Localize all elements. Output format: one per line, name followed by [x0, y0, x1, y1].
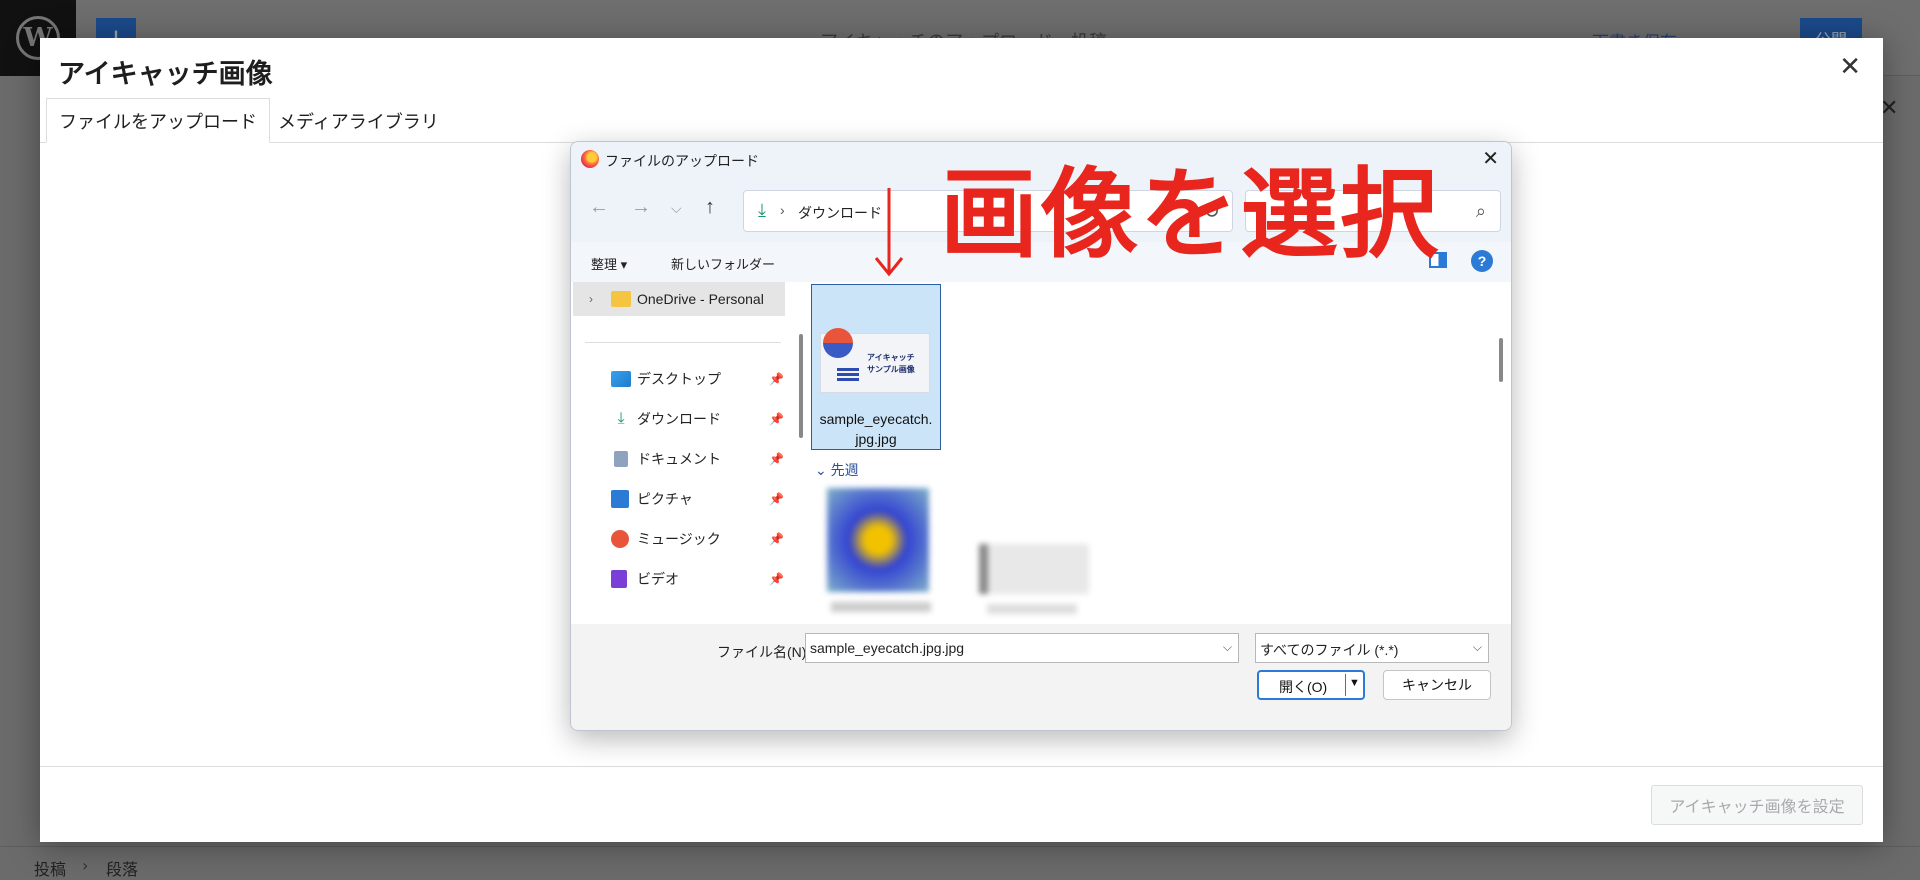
blurred-file-name: [987, 604, 1077, 614]
annotation-text: 画像を選択: [940, 158, 1441, 272]
nav-item-documents[interactable]: ドキュメント 📌: [573, 442, 785, 476]
forward-arrow-icon[interactable]: →: [631, 196, 651, 219]
organize-menu[interactable]: 整理 ▾: [591, 254, 627, 273]
chevron-down-icon[interactable]: ⌵: [1223, 640, 1232, 655]
cancel-button[interactable]: キャンセル: [1383, 670, 1491, 700]
dialog-bottom-bar: ファイル名(N): sample_eyecatch.jpg.jpg ⌵ すべての…: [571, 624, 1511, 730]
modal-toolbar: アイキャッチ画像を設定: [40, 766, 1883, 842]
modal-title: アイキャッチ画像: [58, 59, 273, 90]
thumbnail-text: サンプル画像: [867, 365, 915, 374]
pin-icon[interactable]: 📌: [769, 372, 784, 386]
download-icon: ⤓: [758, 200, 766, 220]
download-icon: ⤓: [617, 410, 625, 427]
nav-item-label: ピクチャ: [637, 491, 693, 507]
file-item-selected[interactable]: アイキャッチ サンプル画像 sample_eyecatch. jpg.jpg: [811, 284, 941, 450]
nav-item-music[interactable]: ミュージック 📌: [573, 522, 785, 556]
group-header-label: 先週: [830, 462, 859, 478]
open-button-label: 開く(O): [1279, 679, 1328, 695]
file-type-select[interactable]: すべてのファイル (*.*) ⌵: [1255, 633, 1489, 663]
firefox-icon: [581, 150, 599, 168]
file-name-line: jpg.jpg: [855, 431, 897, 447]
tab-upload-files[interactable]: ファイルをアップロード: [46, 98, 270, 143]
pin-icon[interactable]: 📌: [769, 452, 784, 466]
pin-icon[interactable]: 📌: [769, 532, 784, 546]
annotation-arrow-icon: [874, 188, 904, 277]
thumbnail-stripes: [837, 368, 859, 382]
modal-tabs: ファイルをアップロード メディアライブラリ: [40, 98, 1883, 143]
breadcrumb-post[interactable]: 投稿: [34, 856, 66, 880]
document-icon: [614, 451, 628, 467]
picture-icon: [611, 490, 629, 508]
split-divider: [1345, 674, 1346, 696]
dialog-close-icon[interactable]: ✕: [1482, 146, 1499, 171]
thumbnail-shape: [823, 328, 853, 358]
blurred-file-thumbnail[interactable]: [979, 544, 1089, 594]
new-folder-button[interactable]: 新しいフォルダー: [671, 254, 775, 273]
breadcrumb-chevron-icon: ›: [780, 202, 785, 218]
folder-icon: [611, 291, 631, 307]
thumbnail-text: アイキャッチ: [867, 353, 915, 362]
address-path: ダウンロード: [798, 205, 882, 221]
blurred-file-name: [831, 602, 931, 612]
nav-item-downloads[interactable]: ⤓ ダウンロード 📌: [573, 402, 785, 436]
file-list-scrollbar[interactable]: [1499, 338, 1503, 382]
nav-item-label: ミュージック: [637, 531, 721, 547]
up-arrow-icon[interactable]: ↑: [705, 196, 715, 219]
nav-item-videos[interactable]: ビデオ 📌: [573, 562, 785, 596]
pin-icon[interactable]: 📌: [769, 572, 784, 586]
search-icon: ⌕: [1475, 201, 1486, 221]
pin-icon[interactable]: 📌: [769, 492, 784, 506]
pin-icon[interactable]: 📌: [769, 412, 784, 426]
desktop-icon: [611, 371, 631, 387]
file-name-line: sample_eyecatch.: [819, 411, 933, 427]
video-icon: [611, 570, 627, 588]
back-arrow-icon[interactable]: ←: [589, 196, 609, 219]
file-type-value: すべてのファイル (*.*): [1260, 642, 1399, 658]
breadcrumb-separator-icon: ›: [82, 856, 89, 875]
nav-item-label: ダウンロード: [637, 411, 721, 427]
music-icon: [611, 530, 629, 548]
nav-divider: [585, 342, 781, 343]
nav-item-desktop[interactable]: デスクトップ 📌: [573, 362, 785, 396]
nav-item-label: デスクトップ: [637, 371, 721, 387]
nav-item-pictures[interactable]: ピクチャ 📌: [573, 482, 785, 516]
help-icon[interactable]: ?: [1471, 250, 1493, 272]
editor-footer: [0, 846, 1920, 880]
blurred-file-thumbnail[interactable]: [827, 488, 929, 592]
filename-value: sample_eyecatch.jpg.jpg: [810, 640, 965, 656]
nav-item-onedrive[interactable]: › OneDrive - Personal: [573, 282, 785, 316]
expand-chevron-icon[interactable]: ›: [589, 292, 593, 306]
group-header-last-week[interactable]: ⌄ 先週: [815, 460, 859, 480]
chevron-down-icon[interactable]: ⌵: [1473, 640, 1482, 655]
file-list: アイキャッチ サンプル画像 sample_eyecatch. jpg.jpg ⌄…: [811, 282, 1501, 624]
navigation-pane: › OneDrive - Personal デスクトップ 📌 ⤓ ダウンロード …: [573, 282, 795, 624]
open-button[interactable]: 開く(O) ▼: [1257, 670, 1365, 700]
set-featured-image-button[interactable]: アイキャッチ画像を設定: [1651, 785, 1863, 825]
breadcrumb-paragraph[interactable]: 段落: [106, 856, 138, 880]
filename-input[interactable]: sample_eyecatch.jpg.jpg ⌵: [805, 633, 1239, 663]
nav-pane-scrollbar[interactable]: [799, 334, 803, 438]
nav-item-label: ビデオ: [637, 571, 679, 587]
nav-item-label: ドキュメント: [637, 451, 721, 467]
file-name: sample_eyecatch. jpg.jpg: [812, 409, 940, 449]
recent-dropdown-icon[interactable]: ⌵: [671, 200, 682, 217]
tab-media-library[interactable]: メディアライブラリ: [266, 98, 451, 143]
close-icon[interactable]: ✕: [1839, 52, 1861, 82]
file-thumbnail: アイキャッチ サンプル画像: [820, 328, 930, 393]
filename-label: ファイル名(N):: [717, 644, 811, 660]
nav-item-label: OneDrive - Personal: [637, 291, 764, 307]
caret-down-icon[interactable]: ▼: [1349, 677, 1360, 689]
dialog-title: ファイルのアップロード: [605, 153, 759, 169]
